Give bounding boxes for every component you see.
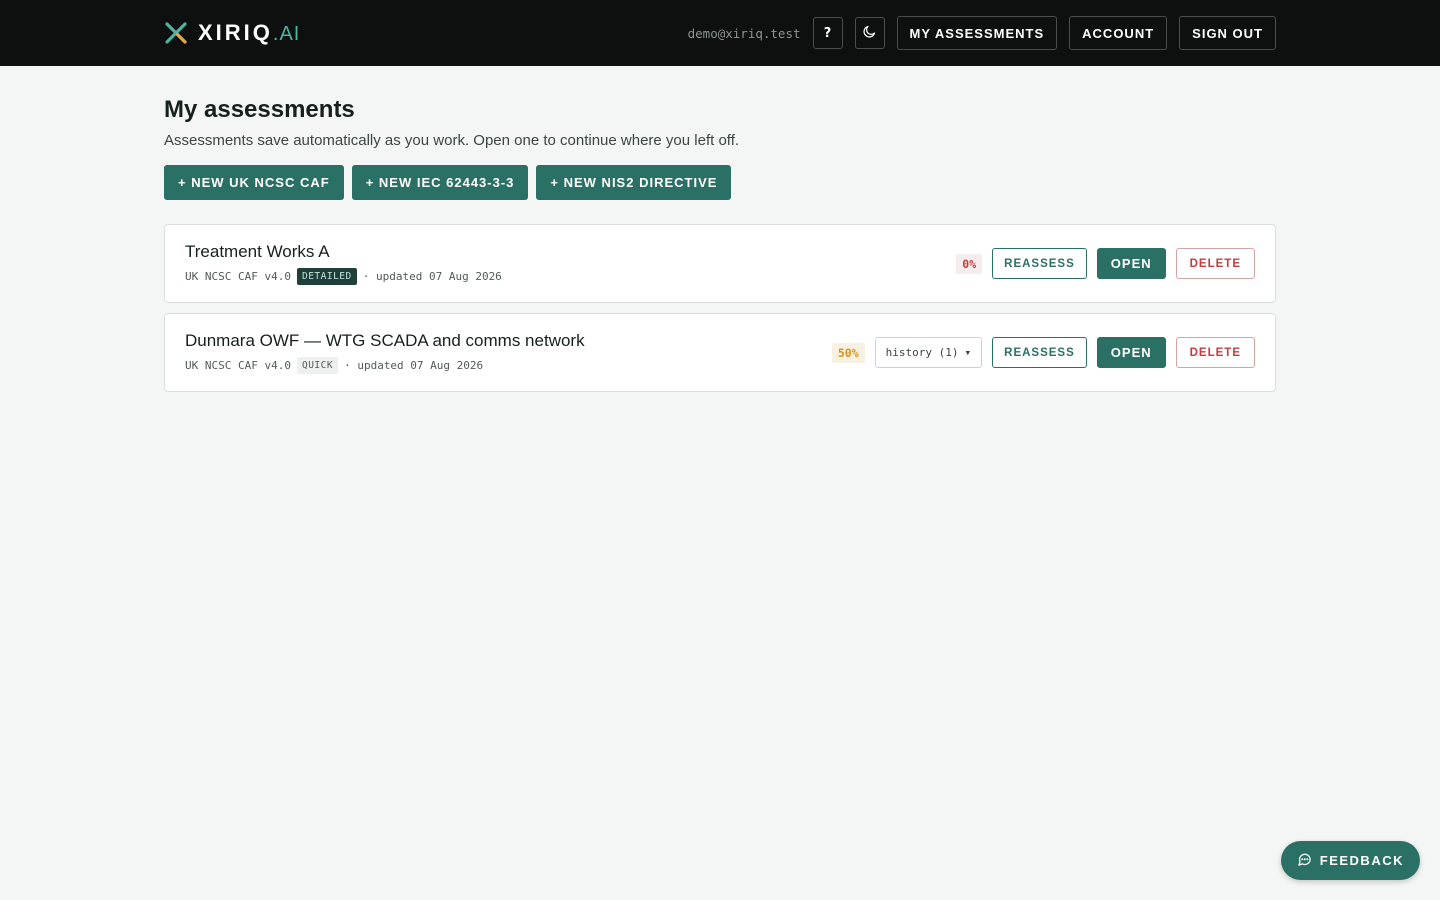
progress-badge: 0% (956, 253, 983, 274)
moon-icon (862, 24, 877, 43)
chat-bubble-icon (1297, 852, 1312, 870)
help-button[interactable]: ? (812, 17, 843, 49)
reassess-button[interactable]: REASSESS (992, 248, 1087, 279)
user-email: demo@xiriq.test (687, 25, 801, 41)
page-subtitle: Assessments save automatically as you wo… (164, 132, 740, 149)
delete-button[interactable]: DELETE (1175, 337, 1255, 368)
feedback-label: FEEDBACK (1319, 853, 1404, 868)
history-label: history (1) (885, 346, 959, 359)
top-bar: XIRIQ.AI demo@xiriq.test ? MY ASSESSMENT… (0, 0, 1440, 66)
assessment-updated: · updated 07 Aug 2026 (344, 359, 484, 372)
delete-button[interactable]: DELETE (1175, 248, 1255, 279)
mode-badge: DETAILED (296, 268, 357, 285)
assessment-info: Dunmara OWF — WTG SCADA and comms networ… (185, 331, 585, 374)
open-button[interactable]: OPEN (1096, 248, 1166, 279)
feedback-button[interactable]: FEEDBACK (1280, 841, 1420, 880)
brand-suffix: .AI (272, 23, 301, 45)
open-button[interactable]: OPEN (1096, 337, 1166, 368)
assessment-updated: · updated 07 Aug 2026 (362, 270, 502, 283)
mode-badge: QUICK (296, 357, 339, 374)
assessment-card: Treatment Works A UK NCSC CAF v4.0 DETAI… (164, 224, 1276, 303)
new-uk-ncsc-caf-button[interactable]: + NEW UK NCSC CAF (164, 165, 344, 200)
page-title: My assessments (164, 96, 355, 123)
assessment-list: Treatment Works A UK NCSC CAF v4.0 DETAI… (164, 224, 1276, 392)
theme-toggle-button[interactable] (854, 17, 885, 49)
assessment-meta: UK NCSC CAF v4.0 QUICK · updated 07 Aug … (185, 357, 585, 374)
account-button[interactable]: ACCOUNT (1069, 16, 1168, 50)
top-nav: demo@xiriq.test ? MY ASSESSMENTS ACCOUNT… (688, 16, 1276, 50)
assessment-card: Dunmara OWF — WTG SCADA and comms networ… (164, 313, 1276, 392)
main-content: My assessments Assessments save automati… (0, 66, 1440, 392)
assessment-meta: UK NCSC CAF v4.0 DETAILED · updated 07 A… (185, 268, 502, 285)
assessment-framework: UK NCSC CAF v4.0 (185, 270, 291, 283)
my-assessments-button[interactable]: MY ASSESSMENTS (896, 16, 1058, 50)
assessment-title: Treatment Works A (185, 242, 330, 261)
assessment-framework: UK NCSC CAF v4.0 (185, 359, 291, 372)
reassess-button[interactable]: REASSESS (992, 337, 1087, 368)
caret-down-icon: ▾ (964, 346, 972, 359)
progress-badge: 50% (831, 342, 865, 363)
brand-logo[interactable]: XIRIQ.AI (164, 20, 300, 46)
new-iec-62443-button[interactable]: + NEW IEC 62443-3-3 (351, 165, 529, 200)
new-nis2-directive-button[interactable]: + NEW NIS2 DIRECTIVE (536, 165, 732, 200)
assessment-title: Dunmara OWF — WTG SCADA and comms networ… (185, 331, 585, 350)
assessment-info: Treatment Works A UK NCSC CAF v4.0 DETAI… (185, 242, 502, 285)
history-dropdown[interactable]: history (1) ▾ (874, 337, 983, 368)
assessment-actions: 0% REASSESS OPEN DELETE (956, 248, 1255, 279)
brand-name: XIRIQ (198, 20, 273, 45)
new-assessment-actions: + NEW UK NCSC CAF + NEW IEC 62443-3-3 + … (164, 165, 1276, 200)
assessment-actions: 50% history (1) ▾ REASSESS OPEN DELETE (831, 337, 1255, 368)
xiriq-logo-icon (164, 21, 188, 45)
sign-out-button[interactable]: SIGN OUT (1179, 16, 1276, 50)
